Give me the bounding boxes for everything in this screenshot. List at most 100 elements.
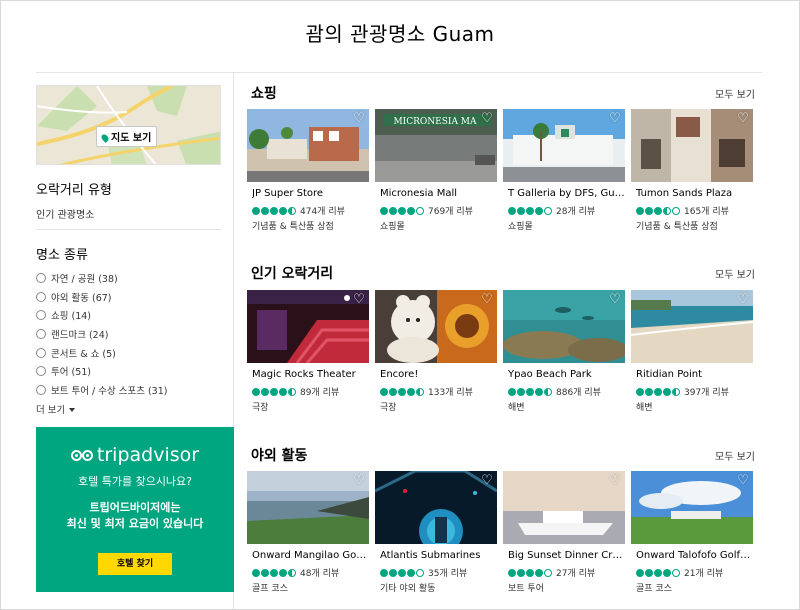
rating-bubble-icon	[279, 387, 287, 396]
radio-button[interactable]	[36, 366, 46, 377]
heart-icon[interactable]: ♡	[736, 474, 750, 488]
rating-row: 48개 리뷰	[252, 566, 339, 579]
heart-icon[interactable]: ♡	[736, 112, 750, 126]
rating-bubble-icon	[544, 387, 552, 396]
attraction-photo[interactable]: ♡	[247, 109, 369, 182]
attraction-type: 기타 야외 활동	[380, 584, 436, 594]
heart-icon[interactable]: ♡	[736, 293, 750, 307]
rating-bubble-icon	[636, 568, 644, 577]
filter-type-value[interactable]: 인기 관광명소	[36, 206, 94, 221]
review-count[interactable]: 27개 리뷰	[556, 566, 595, 579]
category-label: 야외 활동 (67)	[51, 292, 112, 304]
review-count[interactable]: 474개 리뷰	[300, 204, 345, 217]
attraction-name[interactable]: Ritidian Point	[636, 369, 753, 380]
category-item[interactable]: 콘서트 & 쇼 (5)	[36, 343, 167, 362]
attraction-photo[interactable]: ♡	[247, 290, 369, 363]
rating-bubble-icon	[654, 568, 662, 577]
rating-bubble-icon	[261, 206, 269, 215]
category-item[interactable]: 자연 / 공원 (38)	[36, 269, 167, 288]
attraction-name[interactable]: Micronesia Mall	[380, 188, 497, 199]
attraction-name[interactable]: Ypao Beach Park	[508, 369, 625, 380]
attraction-name[interactable]: Big Sunset Dinner Cr…	[508, 550, 625, 561]
attraction-photo[interactable]: ♡	[503, 471, 625, 544]
attraction-photo[interactable]: ♡	[375, 471, 497, 544]
review-count[interactable]: 48개 리뷰	[300, 566, 339, 579]
map-thumbnail[interactable]: 지도 보기	[36, 85, 221, 165]
attraction-name[interactable]: JP Super Store	[252, 188, 369, 199]
category-item[interactable]: 야외 활동 (67)	[36, 288, 167, 307]
rating-bubble-icon	[380, 387, 388, 396]
radio-button[interactable]	[36, 329, 46, 340]
radio-button[interactable]	[36, 384, 46, 395]
map-view-button[interactable]: 지도 보기	[96, 126, 158, 147]
heart-icon[interactable]: ♡	[480, 474, 494, 488]
heart-icon[interactable]: ♡	[608, 474, 622, 488]
rating-bubbles	[252, 387, 297, 396]
heart-icon[interactable]: ♡	[608, 112, 622, 126]
review-count[interactable]: 886개 리뷰	[556, 385, 601, 398]
rating-bubble-icon	[288, 206, 296, 215]
attraction-name[interactable]: T Galleria by DFS, Gu…	[508, 188, 625, 199]
heart-icon[interactable]: ♡	[352, 293, 366, 307]
rating-bubble-icon	[663, 568, 671, 577]
category-item[interactable]: 투어 (51)	[36, 362, 167, 381]
tripadvisor-ad[interactable]: tripadvisor 호텔 특가를 찾으시나요? 트립어드바이저에는 최신 및…	[36, 427, 234, 592]
ad-headline-1: 트립어드바이저에는	[89, 501, 181, 514]
attraction-name[interactable]: Atlantis Submarines	[380, 550, 497, 561]
radio-button[interactable]	[36, 310, 46, 321]
see-all-link[interactable]: 모두 보기	[715, 448, 755, 463]
attraction-name[interactable]: Encore!	[380, 369, 497, 380]
review-count[interactable]: 28개 리뷰	[556, 204, 595, 217]
radio-button[interactable]	[36, 347, 46, 358]
rating-bubble-icon	[654, 387, 662, 396]
rating-bubble-icon	[645, 387, 653, 396]
category-item[interactable]: 보트 투어 / 수상 스포츠 (31)	[36, 381, 167, 400]
radio-button[interactable]	[36, 291, 46, 302]
attraction-photo[interactable]: ♡	[631, 290, 753, 363]
review-count[interactable]: 133개 리뷰	[428, 385, 473, 398]
review-count[interactable]: 35개 리뷰	[428, 566, 467, 579]
heart-icon[interactable]: ♡	[480, 112, 494, 126]
show-more-link[interactable]: 더 보기	[36, 402, 76, 416]
attraction-name[interactable]: Onward Talofofo Golf…	[636, 550, 753, 561]
attraction-photo[interactable]: ♡	[503, 290, 625, 363]
attraction-photo[interactable]: ♡	[503, 109, 625, 182]
review-count[interactable]: 89개 리뷰	[300, 385, 339, 398]
radio-button[interactable]	[36, 273, 46, 284]
review-count[interactable]: 769개 리뷰	[428, 204, 473, 217]
rating-bubble-icon	[416, 206, 424, 215]
attraction-photo[interactable]: ♡	[631, 471, 753, 544]
map-pin-icon	[100, 133, 110, 143]
rating-bubbles	[636, 387, 681, 396]
rating-bubble-icon	[663, 206, 671, 215]
rating-bubble-icon	[508, 387, 516, 396]
heart-icon[interactable]: ♡	[352, 112, 366, 126]
heart-icon[interactable]: ♡	[608, 293, 622, 307]
see-all-link[interactable]: 모두 보기	[715, 86, 755, 101]
rating-bubble-icon	[407, 387, 415, 396]
heart-icon[interactable]: ♡	[352, 474, 366, 488]
rating-bubble-icon	[544, 206, 552, 215]
rating-bubble-icon	[288, 568, 296, 577]
rating-bubbles	[380, 206, 425, 215]
rating-row: 89개 리뷰	[252, 385, 339, 398]
review-count[interactable]: 21개 리뷰	[684, 566, 723, 579]
rating-bubble-icon	[526, 206, 534, 215]
heart-icon[interactable]: ♡	[480, 293, 494, 307]
attraction-name[interactable]: Onward Mangilao Gol…	[252, 550, 369, 561]
attraction-name[interactable]: Magic Rocks Theater	[252, 369, 369, 380]
rating-bubble-icon	[636, 206, 644, 215]
review-count[interactable]: 165개 리뷰	[684, 204, 729, 217]
rating-bubble-icon	[526, 387, 534, 396]
attraction-name[interactable]: Tumon Sands Plaza	[636, 188, 753, 199]
attraction-photo[interactable]: ♡	[375, 290, 497, 363]
category-item[interactable]: 랜드마크 (24)	[36, 325, 167, 344]
attraction-photo[interactable]: ♡	[631, 109, 753, 182]
attraction-photo[interactable]: MICRONESIA MA ♡	[375, 109, 497, 182]
see-all-link[interactable]: 모두 보기	[715, 266, 755, 281]
review-count[interactable]: 397개 리뷰	[684, 385, 729, 398]
find-hotel-button[interactable]: 호텔 찾기	[98, 553, 172, 575]
attraction-photo[interactable]: ♡	[247, 471, 369, 544]
rating-bubbles	[508, 206, 553, 215]
category-item[interactable]: 쇼핑 (14)	[36, 306, 167, 325]
